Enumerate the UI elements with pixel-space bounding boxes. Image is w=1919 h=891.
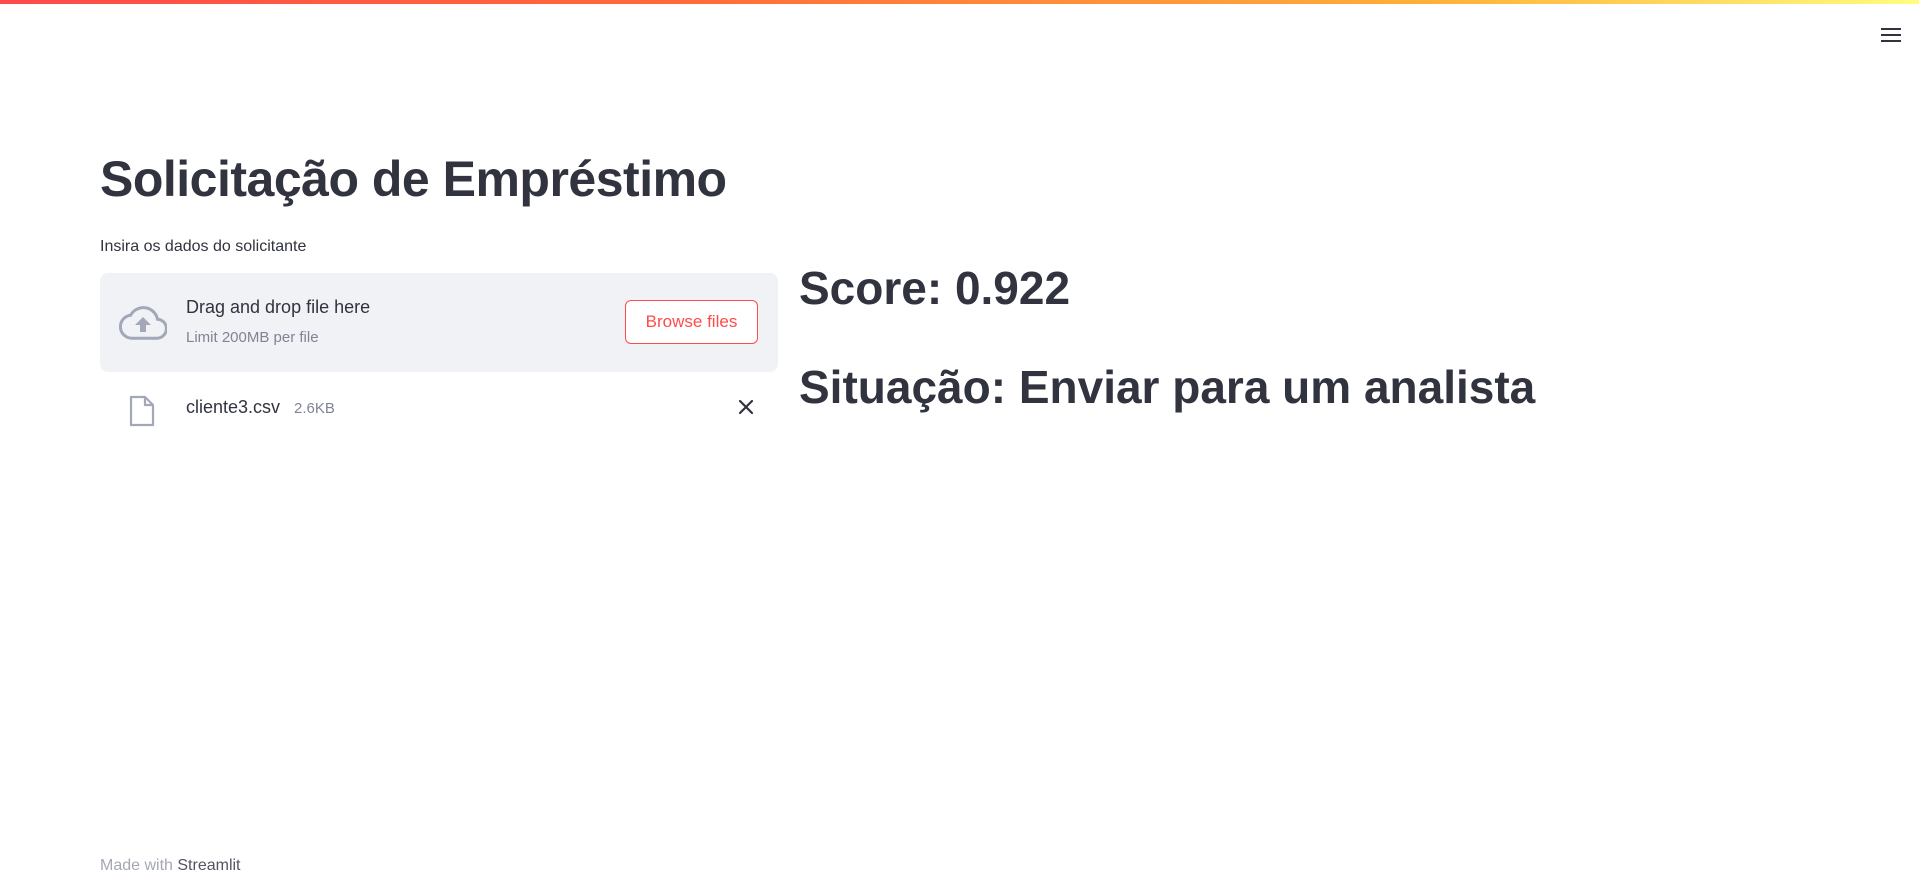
main-menu-button[interactable] [1873,20,1909,50]
streamlit-link[interactable]: Streamlit [177,857,240,874]
footer-prefix: Made with [100,857,173,874]
browse-files-button[interactable]: Browse files [625,300,758,344]
file-dropzone[interactable]: Drag and drop file here Limit 200MB per … [100,273,778,372]
footer: Made with Streamlit [100,857,241,875]
uploaded-file-size: 2.6KB [294,400,335,417]
page-title: Solicitação de Empréstimo [100,151,727,207]
cloud-upload-icon [118,303,168,343]
file-icon [129,395,155,427]
uploaded-file-item: cliente3.csv 2.6KB [100,388,778,428]
score-heading: Score: 0.922 [799,262,1071,314]
dropzone-size-limit: Limit 200MB per file [186,329,319,346]
status-heading: Situação: Enviar para um analista [799,361,1536,413]
dropzone-instructions: Drag and drop file here [186,297,371,317]
remove-file-button[interactable] [733,396,759,422]
close-icon [738,399,754,420]
header-decoration-bar [0,0,1919,4]
uploaded-file-name: cliente3.csv [186,397,281,417]
file-uploader-label: Insira os dados do solicitante [100,238,307,255]
hamburger-menu-icon [1881,27,1901,43]
